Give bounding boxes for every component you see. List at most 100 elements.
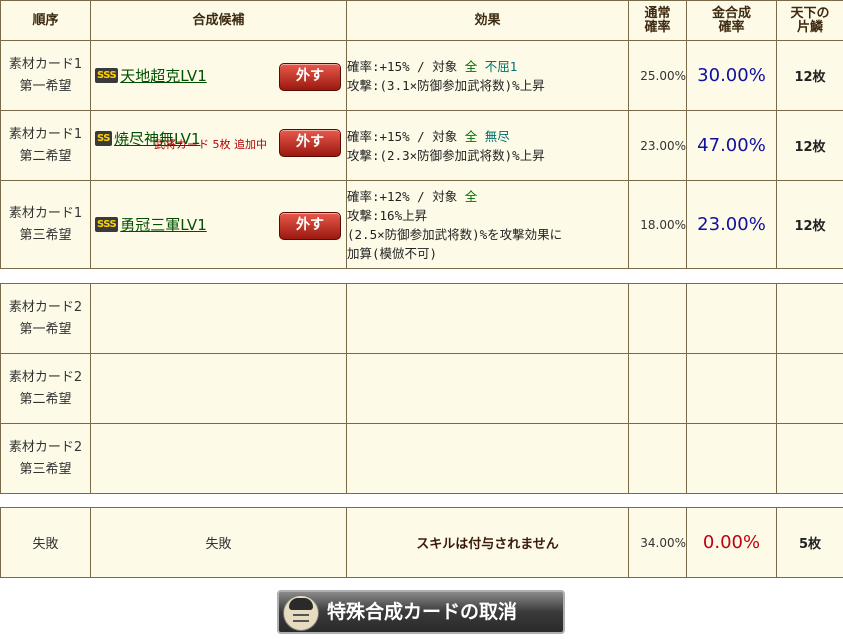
tenka-count: 12枚 bbox=[776, 180, 843, 269]
table-row: 素材カード2 第一希望 bbox=[0, 283, 843, 354]
tenka-count-empty bbox=[776, 283, 843, 354]
order-choice: 第一希望 bbox=[19, 321, 72, 337]
effect-line: 攻撃:(2.3×防御参加武将数)%上昇 bbox=[347, 147, 545, 163]
tenka-count-empty bbox=[776, 353, 843, 424]
failure-normal-rate: 34.00% bbox=[628, 507, 687, 578]
order-cell: 素材カード2 第一希望 bbox=[0, 283, 91, 354]
tenka-count: 12枚 bbox=[776, 40, 843, 111]
header-tenka-line1: 天下の bbox=[790, 5, 830, 21]
candidate-cell-empty[interactable] bbox=[90, 353, 347, 424]
normal-rate: 23.00% bbox=[628, 110, 687, 181]
rank-badge: SSS bbox=[95, 217, 119, 232]
effect-line-rate: 確率:+12% / 対象 全 bbox=[347, 187, 628, 206]
added-card-note: 武将カード 5枚 追加中 bbox=[154, 138, 267, 151]
effect-cell-empty bbox=[346, 353, 629, 424]
order-choice: 第三希望 bbox=[19, 461, 72, 477]
header-normal-rate-line2: 確率 bbox=[644, 19, 671, 35]
order-cell: 素材カード2 第二希望 bbox=[0, 353, 91, 424]
header-effect: 効果 bbox=[346, 0, 629, 41]
header-gold-rate-line2: 確率 bbox=[718, 19, 745, 35]
candidate-cell: SS 焼尽神無LV1 武将カード 5枚 追加中 外す bbox=[90, 110, 347, 181]
normal-rate-empty bbox=[628, 283, 687, 354]
normal-rate: 25.00% bbox=[628, 40, 687, 111]
effect-rate-label: 確率:+15% / 対象 bbox=[347, 58, 458, 74]
order-cell: 素材カード1 第一希望 bbox=[0, 40, 91, 111]
material1-table: 順序 合成候補 効果 通常 確率 金合成 確率 天下の 片鱗 素材カード1 第一希望 S… bbox=[0, 0, 843, 269]
effect-line: 攻撃:(3.1×防御参加武将数)%上昇 bbox=[347, 77, 545, 93]
cancel-button-label: 特殊合成カードの取消 bbox=[327, 601, 518, 623]
gold-rate-empty bbox=[686, 283, 777, 354]
normal-rate-empty bbox=[628, 353, 687, 424]
order-label: 素材カード2 bbox=[8, 299, 83, 315]
order-choice: 第二希望 bbox=[19, 391, 72, 407]
skill-link[interactable]: 天地超克LV1 bbox=[120, 67, 207, 85]
cancel-special-synthesis-button[interactable]: 特殊合成カードの取消 bbox=[277, 590, 565, 634]
header-gold-rate: 金合成 確率 bbox=[686, 0, 777, 41]
order-cell: 素材カード1 第三希望 bbox=[0, 180, 91, 269]
target-all: 全 bbox=[464, 188, 478, 204]
order-label: 素材カード1 bbox=[8, 126, 83, 142]
tenka-count: 12枚 bbox=[776, 110, 843, 181]
gold-rate: 47.00% bbox=[686, 110, 777, 181]
remove-button[interactable]: 外す bbox=[279, 62, 341, 91]
order-cell: 素材カード1 第二希望 bbox=[0, 110, 91, 181]
failure-effect: スキルは付与されません bbox=[346, 507, 629, 578]
candidate-cell: SSS 勇冠三軍LV1 外す bbox=[90, 180, 347, 269]
effect-rate-label: 確率:+12% / 対象 bbox=[347, 188, 458, 204]
order-cell: 素材カード2 第三希望 bbox=[0, 423, 91, 494]
effect-cell: 確率:+12% / 対象 全 攻撃:16%上昇 (2.5×防御参加武将数)%を攻… bbox=[346, 180, 629, 269]
order-choice: 第一希望 bbox=[19, 78, 72, 94]
candidate-cell: SSS 天地超克LV1 外す bbox=[90, 40, 347, 111]
order-label: 素材カード2 bbox=[8, 369, 83, 385]
remove-button[interactable]: 外す bbox=[279, 211, 341, 240]
header-normal-rate-line1: 通常 bbox=[644, 5, 671, 21]
gold-rate: 23.00% bbox=[686, 180, 777, 269]
failure-table: 失敗 失敗 スキルは付与されません 34.00% 0.00% 5枚 bbox=[0, 507, 843, 578]
table-row: 素材カード1 第三希望 SSS 勇冠三軍LV1 外す 確率:+12% / 対象 全 … bbox=[0, 180, 843, 269]
order-label: 素材カード1 bbox=[8, 205, 83, 221]
order-choice: 第二希望 bbox=[19, 148, 72, 164]
effect-cell: 確率:+15% / 対象 全 不屈1 攻撃:(3.1×防御参加武将数)%上昇 bbox=[346, 40, 629, 111]
effect-line: 攻撃:16%上昇 bbox=[347, 207, 428, 223]
effect-cell-empty bbox=[346, 283, 629, 354]
failure-order: 失敗 bbox=[0, 507, 91, 578]
table-row: 素材カード2 第二希望 bbox=[0, 353, 843, 424]
effect-line: (2.5×防御参加武将数)%を攻撃効果に bbox=[347, 226, 563, 242]
character-face-icon bbox=[283, 595, 319, 631]
effect-cell: 確率:+15% / 対象 全 無尽 攻撃:(2.3×防御参加武将数)%上昇 bbox=[346, 110, 629, 181]
effect-line-rate: 確率:+15% / 対象 全 不屈1 bbox=[347, 57, 628, 76]
header-gold-rate-line1: 金合成 bbox=[711, 5, 751, 21]
table-row: 素材カード1 第一希望 SSS 天地超克LV1 外す 確率:+15% / 対象 全 … bbox=[0, 40, 843, 111]
normal-rate: 18.00% bbox=[628, 180, 687, 269]
remove-button[interactable]: 外す bbox=[279, 128, 341, 157]
header-normal-rate: 通常 確率 bbox=[628, 0, 687, 41]
effect-cell-empty bbox=[346, 423, 629, 494]
normal-rate-empty bbox=[628, 423, 687, 494]
skill-link[interactable]: 勇冠三軍LV1 bbox=[120, 216, 207, 234]
target-name: 不屈1 bbox=[484, 58, 518, 74]
tenka-count-empty bbox=[776, 423, 843, 494]
target-all: 全 bbox=[464, 58, 478, 74]
target-all: 全 bbox=[464, 128, 478, 144]
table-row: 素材カード1 第二希望 SS 焼尽神無LV1 武将カード 5枚 追加中 外す 確率:… bbox=[0, 110, 843, 181]
rank-badge: SS bbox=[95, 131, 112, 146]
header-tenka-line2: 片鱗 bbox=[796, 19, 823, 35]
gold-rate-empty bbox=[686, 353, 777, 424]
candidate-cell-empty[interactable] bbox=[90, 423, 347, 494]
header-tenka: 天下の 片鱗 bbox=[776, 0, 843, 41]
target-name: 無尽 bbox=[484, 128, 510, 144]
table-row: 素材カード2 第三希望 bbox=[0, 423, 843, 494]
header-order: 順序 bbox=[0, 0, 91, 41]
effect-rate-label: 確率:+15% / 対象 bbox=[347, 128, 458, 144]
failure-gold-rate: 0.00% bbox=[686, 507, 777, 578]
gold-rate-empty bbox=[686, 423, 777, 494]
candidate-cell-empty[interactable] bbox=[90, 283, 347, 354]
failure-tenka-count: 5枚 bbox=[776, 507, 843, 578]
header-candidate: 合成候補 bbox=[90, 0, 347, 41]
effect-line: 加算(模倣不可) bbox=[347, 245, 438, 261]
failure-candidate: 失敗 bbox=[90, 507, 347, 578]
order-choice: 第三希望 bbox=[19, 227, 72, 243]
material2-table: 素材カード2 第一希望 素材カード2 第二希望 素材カード2 第三希望 bbox=[0, 283, 843, 494]
order-label: 素材カード2 bbox=[8, 439, 83, 455]
effect-line-rate: 確率:+15% / 対象 全 無尽 bbox=[347, 127, 628, 146]
